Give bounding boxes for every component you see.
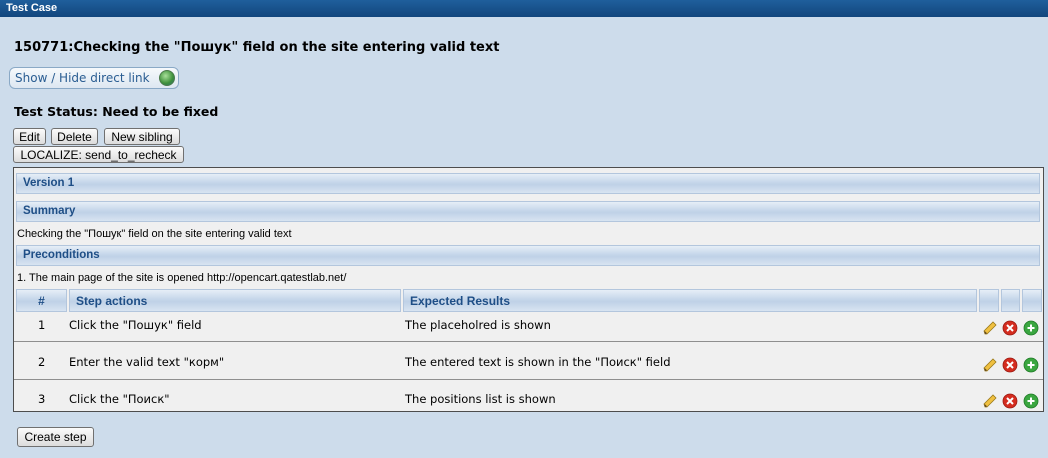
pencil-icon[interactable] xyxy=(982,357,998,373)
preconditions-text: 1. The main page of the site is opened h… xyxy=(17,272,347,284)
create-step-button[interactable]: Create step xyxy=(17,427,94,447)
globe-icon xyxy=(159,70,175,86)
step-number: 2 xyxy=(38,355,46,369)
step-number: 1 xyxy=(38,318,46,332)
pencil-icon[interactable] xyxy=(982,393,998,409)
new-sibling-button[interactable]: New sibling xyxy=(104,128,180,145)
preconditions-header: Preconditions xyxy=(16,245,1040,266)
test-status: Test Status: Need to be fixed xyxy=(14,104,219,119)
step-expected: The positions list is shown xyxy=(405,392,556,406)
test-case-title: 150771:Checking the "Пошук" field on the… xyxy=(14,40,500,55)
step-action: Click the "Пошук" field xyxy=(69,318,202,332)
column-header-edit xyxy=(979,289,999,312)
show-hide-direct-link-button[interactable]: Show / Hide direct link xyxy=(9,67,179,89)
table-row: 1 Click the "Пошук" field The placeholre… xyxy=(14,314,1043,342)
column-header-number: # xyxy=(16,289,67,312)
table-row: 3 Click the "Поиск" The positions list i… xyxy=(14,380,1043,411)
step-number: 3 xyxy=(38,392,46,406)
delete-icon[interactable] xyxy=(1002,320,1018,336)
pencil-icon[interactable] xyxy=(982,320,998,336)
add-icon[interactable] xyxy=(1023,357,1039,373)
add-icon[interactable] xyxy=(1023,393,1039,409)
column-header-step-actions: Step actions xyxy=(69,289,401,312)
delete-icon[interactable] xyxy=(1002,357,1018,373)
step-expected: The entered text is shown in the "Поиск"… xyxy=(405,355,671,369)
edit-button[interactable]: Edit xyxy=(13,128,46,145)
step-action: Enter the valid text "корм" xyxy=(69,355,225,369)
table-row: 2 Enter the valid text "корм" The entere… xyxy=(14,342,1043,380)
step-expected: The placeholred is shown xyxy=(405,318,551,332)
window-title: Test Case xyxy=(0,0,1048,17)
column-header-delete xyxy=(1001,289,1020,312)
summary-text: Checking the "Пошук" field on the site e… xyxy=(17,228,292,240)
direct-link-label: Show / Hide direct link xyxy=(15,71,150,85)
delete-icon[interactable] xyxy=(1002,393,1018,409)
add-icon[interactable] xyxy=(1023,320,1039,336)
column-header-add xyxy=(1022,289,1042,312)
step-action: Click the "Поиск" xyxy=(69,392,170,406)
localize-button[interactable]: LOCALIZE: send_to_recheck xyxy=(13,146,184,163)
column-header-expected-results: Expected Results xyxy=(403,289,977,312)
delete-button[interactable]: Delete xyxy=(51,128,98,145)
test-case-panel: Version 1 Summary Checking the "Пошук" f… xyxy=(13,167,1044,412)
summary-header: Summary xyxy=(16,201,1040,222)
version-header: Version 1 xyxy=(16,173,1040,194)
